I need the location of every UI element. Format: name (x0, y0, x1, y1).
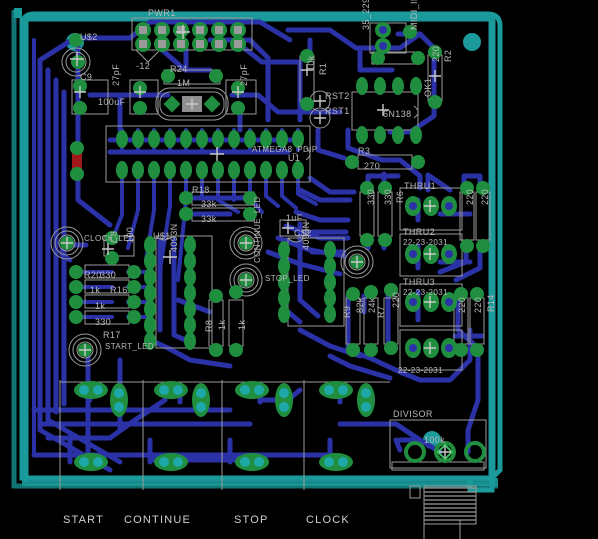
component-label-midi-conn[interactable]: 35_2291 (361, 0, 371, 30)
btn-stop[interactable]: STOP (234, 514, 269, 526)
component-label-c-27pf-r[interactable]: 27pF (239, 64, 249, 86)
component-label-r-220-a[interactable]: 220 (391, 292, 401, 308)
component-label-ok1[interactable]: OK1 (423, 78, 433, 97)
component-label-r6-val[interactable]: 330 (383, 189, 393, 205)
component-label-r8-val[interactable]: 1k (217, 320, 227, 330)
component-label-r9[interactable]: R9 (342, 306, 352, 318)
component-label-r-330-2[interactable]: 330 (95, 318, 111, 327)
component-label-r-1k-2[interactable]: 1k (95, 302, 105, 311)
component-label-r16-val[interactable]: 1k (90, 286, 100, 295)
btn-clock[interactable]: CLOCK (306, 514, 350, 526)
component-label-c-27pf-l[interactable]: 27pF (111, 64, 121, 86)
component-label-divisor[interactable]: DIVISOR (393, 410, 433, 419)
component-label-rst1[interactable]: RST1 (325, 107, 350, 116)
component-label-start-led[interactable]: START_LED (105, 343, 154, 351)
component-label-c9-val[interactable]: 100uF (98, 98, 126, 107)
component-label-c-1uf-r[interactable]: .1uF (283, 214, 303, 223)
component-label-pwr1-pin[interactable]: -12 (136, 62, 150, 71)
component-label-thru1[interactable]: THRU1 (404, 182, 436, 191)
component-label-r14[interactable]: R14 (486, 294, 496, 312)
component-label-r1[interactable]: R1 (318, 63, 328, 75)
component-label-thru3[interactable]: THRU3 (403, 278, 435, 287)
component-label-r16[interactable]: R16 (110, 286, 128, 295)
component-label-r3-val[interactable]: 270 (364, 162, 380, 171)
component-label-r5-val[interactable]: 330 (366, 189, 376, 205)
component-label-u1[interactable]: ATMEGA8_PDIP (252, 146, 318, 154)
component-label-r20-val[interactable]: 330 (100, 271, 116, 280)
component-label-divisor-val[interactable]: 100k (424, 436, 445, 445)
component-label-c8-val[interactable]: 100 (125, 227, 135, 243)
component-label-r24[interactable]: R24 (170, 65, 188, 74)
component-label-r6[interactable]: R6 (395, 191, 405, 203)
component-label-thru3-val[interactable]: 22-23-2031 (403, 289, 448, 297)
component-label-u1-name[interactable]: U1 (288, 154, 300, 163)
component-label-thru2-val[interactable]: 22-23-2031 (403, 239, 448, 247)
component-label-r11-val[interactable]: 220 (465, 189, 475, 205)
component-label-r12-val[interactable]: 220 (480, 189, 490, 205)
component-label-stop-led[interactable]: STOP_LED (265, 275, 310, 283)
component-label-r3[interactable]: R3 (358, 147, 370, 156)
component-label-r-220-c[interactable]: 220 (473, 297, 483, 313)
component-label-continue-led[interactable]: CONTINUE_LED (253, 196, 262, 263)
component-label-r17[interactable]: R17 (103, 331, 121, 340)
component-label-rst2[interactable]: RST2 (325, 92, 350, 101)
component-label-r18[interactable]: R18 (192, 186, 210, 195)
component-label-c9[interactable]: C9 (80, 73, 92, 82)
btn-continue[interactable]: CONTINUE (124, 514, 191, 526)
btn-start[interactable]: START (63, 514, 104, 526)
component-label-thru4-val[interactable]: 22-23-2031 (398, 367, 443, 375)
component-label-r8[interactable]: R8 (204, 320, 214, 332)
component-label-r1-val[interactable]: 10k (306, 55, 316, 71)
component-label-r7[interactable]: R7 (376, 306, 386, 318)
component-label-r24-val[interactable]: 1M (177, 79, 190, 88)
component-label-r-1k-4[interactable]: 1k (237, 320, 247, 330)
component-label-u-2[interactable]: U$2 (80, 33, 98, 42)
component-label-r18-val[interactable]: 33k (201, 200, 217, 209)
component-label-r-220-b[interactable]: 220 (457, 297, 467, 313)
component-label-u-3[interactable]: 4093N (301, 221, 311, 250)
component-label-thru2[interactable]: THRU2 (403, 228, 435, 237)
component-label-r9-val[interactable]: 82k (355, 297, 365, 313)
component-label-r19-val[interactable]: 33k (201, 215, 217, 224)
component-label-u-1-val[interactable]: 4093N (169, 223, 179, 252)
component-label-r7-val[interactable]: 24k (367, 297, 377, 313)
component-label-midi-in[interactable]: MIDI_IN (409, 0, 419, 30)
component-label-r2[interactable]: R2 (443, 50, 453, 62)
pcb-layout-viewer: PWR1 -12 U$2 C9 100uF R24 1M 27pF 27pF ATMEGA8_PD… (0, 0, 598, 539)
component-label-r2-val[interactable]: 220 (431, 46, 441, 62)
component-label-ok1-val[interactable]: 6N138 (383, 110, 412, 119)
component-label-c8[interactable]: C8 (109, 231, 119, 243)
component-label-pwr1[interactable]: PWR1 (148, 9, 176, 18)
